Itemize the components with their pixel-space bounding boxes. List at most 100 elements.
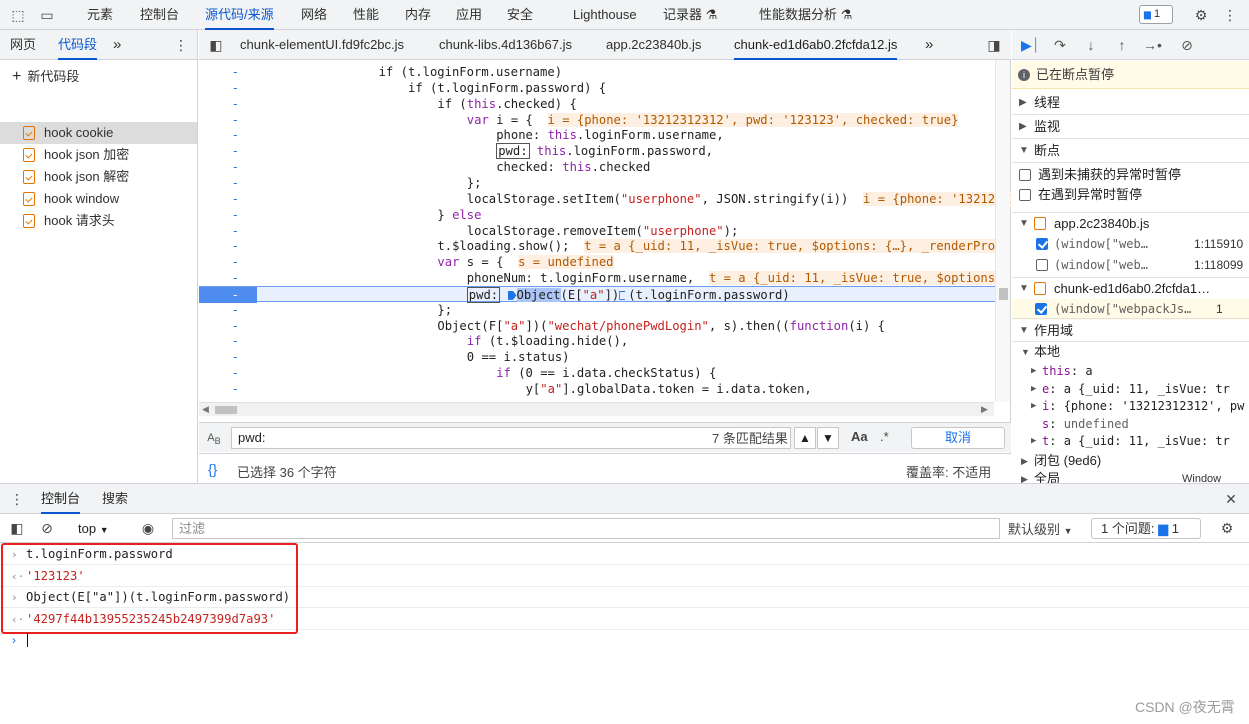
expand-arrow-icon[interactable]: ▶: [1031, 380, 1036, 398]
tab-6[interactable]: 应用: [456, 0, 482, 30]
tab-page[interactable]: 网页: [10, 30, 36, 60]
editor-vertical-scrollbar[interactable]: [995, 60, 1010, 402]
snippet-item[interactable]: hook window: [0, 188, 197, 210]
toggle-sidebar-icon[interactable]: ◧: [8, 519, 26, 537]
breakpoint-checkbox[interactable]: [1035, 303, 1047, 315]
console-prompt[interactable]: [27, 633, 28, 647]
cancel-search-button[interactable]: 取消: [911, 427, 1005, 449]
replace-toggle-icon[interactable]: AB: [205, 429, 223, 447]
snippet-item[interactable]: hook cookie: [0, 122, 197, 144]
section-threads[interactable]: ▶ 线程: [1012, 91, 1249, 115]
tab-4[interactable]: 性能: [353, 0, 379, 30]
editor-horizontal-scrollbar[interactable]: ◀ ▶: [199, 402, 994, 416]
line-gutter[interactable]: -: [199, 238, 257, 254]
line-gutter[interactable]: -: [199, 302, 257, 318]
tab-3[interactable]: 网络: [301, 0, 327, 30]
pretty-print-icon[interactable]: {}: [208, 461, 217, 477]
file-tab-1[interactable]: chunk-libs.4d136b67.js: [439, 30, 572, 60]
toggle-navigator-icon[interactable]: ◧: [207, 36, 225, 54]
scope-variable[interactable]: ▶ e: a {_uid: 11, _isVue: tr: [1012, 380, 1249, 398]
match-case-button[interactable]: Aa: [851, 429, 868, 444]
console-filter-input[interactable]: 过滤: [172, 518, 1000, 539]
line-gutter[interactable]: -: [199, 64, 257, 80]
settings-gear-icon[interactable]: ⚙: [1192, 6, 1210, 24]
section-watch[interactable]: ▶ 监视: [1012, 115, 1249, 139]
line-gutter[interactable]: -: [199, 318, 257, 334]
scope-local[interactable]: ▼ 本地: [1012, 343, 1249, 361]
breakpoint-entry[interactable]: (window["webpackJs… 1: [1012, 299, 1249, 320]
scope-variable[interactable]: ▶ t: a {_uid: 11, _isVue: tr: [1012, 432, 1249, 450]
scope-closure[interactable]: ▶ 闭包 (9ed6): [1012, 452, 1249, 470]
context-selector[interactable]: top ▼: [70, 519, 117, 538]
issues-badge[interactable]: ▆ 1: [1139, 5, 1173, 24]
toggle-debugger-icon[interactable]: ◨: [985, 36, 1003, 54]
tab-1[interactable]: 控制台: [140, 0, 179, 30]
line-gutter[interactable]: -: [199, 381, 257, 397]
scope-global[interactable]: ▶ 全局 Window: [1012, 470, 1249, 483]
scope-variable[interactable]: ▶ i: {phone: '13212312312', pw: [1012, 397, 1249, 415]
section-scope[interactable]: ▼ 作用域: [1012, 318, 1249, 342]
deactivate-breakpoints-icon[interactable]: ⊘: [1178, 36, 1196, 54]
find-input[interactable]: pwd:: [231, 427, 791, 449]
breakpoint-checkbox[interactable]: [1036, 259, 1048, 271]
line-gutter[interactable]: -: [199, 333, 257, 349]
resume-icon[interactable]: ▶⏐: [1021, 36, 1040, 54]
line-gutter[interactable]: -: [199, 175, 257, 191]
tab-5[interactable]: 内存: [405, 0, 431, 30]
close-drawer-icon[interactable]: ✕: [1222, 490, 1240, 508]
breakpoint-file[interactable]: ▼ chunk-ed1d6ab0.2fcfda1…: [1012, 277, 1249, 299]
breakpoint-checkbox[interactable]: [1036, 238, 1048, 250]
line-gutter[interactable]: -: [199, 207, 257, 223]
step-out-icon[interactable]: ↑: [1113, 36, 1131, 54]
inline-breakpoint-icon[interactable]: [507, 290, 517, 300]
scope-variable[interactable]: ▶ this: a: [1012, 362, 1249, 380]
tab-9[interactable]: 记录器 ⚗: [663, 0, 717, 30]
expand-arrow-icon[interactable]: ▶: [1031, 397, 1036, 415]
pause-uncaught-checkbox[interactable]: 遇到未捕获的异常时暂停: [1019, 165, 1245, 185]
inline-breakpoint-icon[interactable]: [619, 290, 629, 300]
file-tab-2[interactable]: app.2c23840b.js: [606, 30, 701, 60]
tab-10[interactable]: 性能数据分析 ⚗: [759, 0, 852, 30]
line-gutter[interactable]: -: [199, 223, 257, 239]
inspect-element-icon[interactable]: ⬚: [9, 6, 27, 24]
line-gutter[interactable]: -: [199, 270, 257, 286]
code-view[interactable]: - if (t.loginForm.username) - if (t.loginFo…: [199, 60, 1011, 432]
tab-8[interactable]: Lighthouse: [573, 0, 637, 30]
expand-arrow-icon[interactable]: ▶: [1031, 432, 1036, 450]
regex-button[interactable]: .*: [880, 429, 889, 444]
line-gutter[interactable]: -: [199, 143, 257, 159]
scope-variable[interactable]: s: undefined: [1012, 415, 1249, 433]
clear-console-icon[interactable]: ⊘: [38, 519, 56, 537]
new-snippet-button[interactable]: + 新代码段: [12, 66, 79, 86]
snippet-item[interactable]: hook json 解密: [0, 166, 197, 188]
more-options-icon[interactable]: ⋮: [1221, 6, 1239, 24]
line-gutter[interactable]: -: [199, 80, 257, 96]
section-breakpoints[interactable]: ▼ 断点: [1012, 139, 1249, 163]
pause-caught-checkbox[interactable]: 在遇到异常时暂停: [1019, 185, 1245, 205]
tab-console[interactable]: 控制台: [41, 484, 81, 514]
line-gutter[interactable]: -: [199, 349, 257, 365]
breakpoint-entry[interactable]: (window["web… 1:118099: [1034, 255, 1249, 276]
step-over-icon[interactable]: ↷: [1051, 36, 1069, 54]
step-into-icon[interactable]: ↓: [1082, 36, 1100, 54]
console-settings-icon[interactable]: ⚙: [1218, 519, 1236, 537]
line-gutter[interactable]: -: [199, 159, 257, 175]
next-match-button[interactable]: ▼: [817, 427, 839, 449]
line-gutter[interactable]: -: [199, 96, 257, 112]
device-toolbar-icon[interactable]: ▭: [38, 6, 56, 24]
log-levels-dropdown[interactable]: 默认级别 ▼: [1008, 519, 1073, 538]
live-expression-eye-icon[interactable]: ◉: [139, 519, 157, 537]
previous-match-button[interactable]: ▲: [794, 427, 816, 449]
drawer-menu-icon[interactable]: ⋮: [8, 490, 26, 508]
breakpoint-entry[interactable]: (window["web… 1:115910: [1034, 234, 1249, 255]
more-tabs-icon[interactable]: »: [113, 30, 121, 60]
line-gutter[interactable]: -: [199, 365, 257, 381]
tab-0[interactable]: 元素: [87, 0, 113, 30]
step-icon[interactable]: →•: [1143, 36, 1162, 54]
tab-snippets[interactable]: 代码段: [58, 30, 98, 60]
snippet-item[interactable]: hook 请求头: [0, 210, 197, 232]
expand-arrow-icon[interactable]: ▶: [1031, 362, 1036, 380]
line-gutter[interactable]: -: [199, 112, 257, 128]
file-tab-4[interactable]: »: [925, 30, 933, 60]
issues-button[interactable]: 1 个问题: ▆ 1: [1091, 518, 1201, 539]
